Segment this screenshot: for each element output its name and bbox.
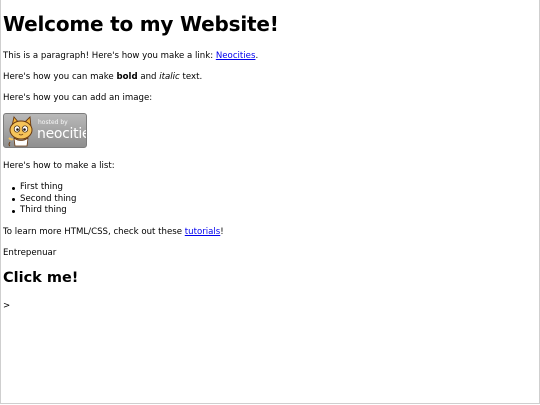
tutorial-paragraph: To learn more HTML/CSS, check out these … xyxy=(3,226,224,238)
neocities-badge-image: hosted by neocities xyxy=(3,113,87,148)
list-paragraph: Here's how to make a list: xyxy=(3,161,115,171)
link-paragraph: This is a paragraph! Here's how you make… xyxy=(3,50,258,62)
image-paragraph: Here's how you can add an image: xyxy=(3,93,153,103)
link-paragraph-text-before: This is a paragraph! Here's how you make… xyxy=(3,51,216,61)
bullet-icon xyxy=(12,186,15,190)
page: Welcome to my Website! This is a paragra… xyxy=(0,0,540,405)
format-paragraph-before: Here's how you can make xyxy=(3,72,117,82)
list-item: Third thing xyxy=(3,205,76,217)
click-me-heading[interactable]: Click me! xyxy=(3,269,78,287)
entrepenuar-text: Entrepenuar xyxy=(3,248,57,258)
bullet-list: First thing Second thing Third thing xyxy=(3,182,76,217)
list-item-label: Third thing xyxy=(20,205,67,215)
bullet-icon xyxy=(12,209,15,213)
tutorial-paragraph-before: To learn more HTML/CSS, check out these xyxy=(3,227,185,237)
trailing-text: > xyxy=(3,301,11,311)
tutorial-paragraph-after: ! xyxy=(220,227,224,237)
format-paragraph-after: text. xyxy=(179,72,203,82)
neocities-link[interactable]: Neocities xyxy=(216,51,256,61)
list-item: First thing xyxy=(3,182,76,194)
bold-text: bold xyxy=(116,72,138,82)
link-paragraph-text-after: . xyxy=(255,51,259,61)
list-item-label: First thing xyxy=(20,182,63,192)
format-paragraph: Here's how you can make bold and italic … xyxy=(3,71,202,83)
bullet-icon xyxy=(12,198,15,201)
tutorials-link[interactable]: tutorials xyxy=(185,227,221,237)
italic-text: italic xyxy=(159,72,180,82)
format-paragraph-middle: and xyxy=(137,72,160,82)
neocities-cat-icon xyxy=(8,116,33,147)
page-title: Welcome to my Website! xyxy=(3,12,279,36)
list-item-label: Second thing xyxy=(20,193,77,204)
list-item: Second thing xyxy=(3,194,76,206)
badge-neocities-text: neocities xyxy=(37,126,86,142)
